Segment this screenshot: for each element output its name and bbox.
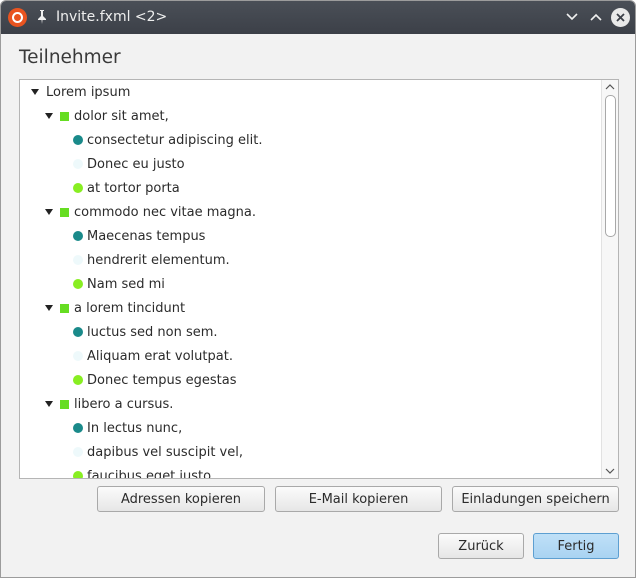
status-dot-icon (73, 447, 83, 457)
expand-arrow-icon[interactable] (45, 401, 53, 407)
copy-addresses-button[interactable]: Adressen kopieren (97, 486, 265, 512)
chevron-up-icon (590, 13, 602, 21)
group-square-icon (60, 111, 69, 121)
tree-item-label: consectetur adipiscing elit. (87, 132, 263, 148)
tree-item[interactable]: Nam sed mi (20, 272, 602, 296)
tree-item-label: dapibus vel suscipit vel, (87, 444, 243, 460)
status-dot-icon (73, 327, 83, 337)
expand-arrow-icon[interactable] (45, 209, 53, 215)
tree-item-label: hendrerit elementum. (87, 252, 230, 268)
tree-item[interactable]: luctus sed non sem. (20, 320, 602, 344)
status-dot-icon (73, 375, 83, 385)
scroll-down-button[interactable] (602, 464, 618, 478)
tree-item-label: dolor sit amet, (74, 108, 169, 124)
tree-item-label: a lorem tincidunt (74, 300, 186, 316)
tree-item-label: Maecenas tempus (87, 228, 206, 244)
participants-tree[interactable]: Lorem ipsum dolor sit amet, consectetur ad… (19, 79, 619, 479)
status-dot-icon (73, 159, 83, 169)
close-button[interactable] (610, 7, 630, 27)
status-dot-icon (73, 471, 83, 478)
page-title: Teilnehmer (19, 47, 121, 68)
tree-item[interactable]: at tortor porta (20, 176, 602, 200)
save-invitations-button[interactable]: Einladungen speichern (452, 486, 619, 512)
copy-email-button[interactable]: E-Mail kopieren (275, 486, 442, 512)
tree-item[interactable]: Aliquam erat volutpat. (20, 344, 602, 368)
tree-item-label: Nam sed mi (87, 276, 165, 292)
status-dot-icon (73, 351, 83, 361)
tree-item-label: at tortor porta (87, 180, 180, 196)
tree-item-label: faucibus eget justo. (87, 468, 215, 479)
tree-item[interactable]: dapibus vel suscipit vel, (20, 440, 602, 464)
chevron-down-icon (566, 13, 578, 21)
vertical-scrollbar[interactable] (601, 80, 618, 478)
tree-item[interactable]: libero a cursus. (20, 392, 602, 416)
tree-item[interactable]: consectetur adipiscing elit. (20, 128, 602, 152)
expand-arrow-icon[interactable] (45, 305, 53, 311)
tree-item-label: Lorem ipsum (46, 84, 131, 100)
maximize-button[interactable] (586, 7, 606, 27)
tree-item-label: luctus sed non sem. (87, 324, 218, 340)
tree-item-label: Donec eu justo (87, 156, 185, 172)
chevron-down-icon (605, 468, 615, 474)
finish-button[interactable]: Fertig (533, 533, 619, 559)
chevron-up-icon (605, 84, 615, 90)
tree-item[interactable]: faucibus eget justo. (20, 464, 602, 479)
tree-item[interactable]: Lorem ipsum (20, 80, 602, 104)
status-dot-icon (73, 135, 83, 145)
back-button[interactable]: Zurück (438, 533, 524, 559)
expand-arrow-icon[interactable] (31, 89, 39, 95)
tree-item[interactable]: dolor sit amet, (20, 104, 602, 128)
ubuntu-logo-icon (8, 8, 27, 27)
tree-item-label: Donec tempus egestas (87, 372, 237, 388)
group-square-icon (60, 207, 69, 217)
status-dot-icon (73, 231, 83, 241)
tree-item[interactable]: Maecenas tempus (20, 224, 602, 248)
tree-item-label: Aliquam erat volutpat. (87, 348, 233, 364)
tree-item[interactable]: a lorem tincidunt (20, 296, 602, 320)
pin-icon[interactable] (35, 9, 49, 25)
dialog-window: Invite.fxml <2> Teilnehmer Lorem ipsum do… (0, 0, 636, 578)
status-dot-icon (73, 255, 83, 265)
tree-item[interactable]: Donec eu justo (20, 152, 602, 176)
tree-item[interactable]: hendrerit elementum. (20, 248, 602, 272)
tree-item[interactable]: commodo nec vitae magna. (20, 200, 602, 224)
tree-item[interactable]: In lectus nunc, (20, 416, 602, 440)
group-square-icon (60, 303, 69, 313)
close-icon (615, 12, 625, 22)
group-square-icon (60, 399, 69, 409)
minimize-button[interactable] (562, 7, 582, 27)
title-bar: Invite.fxml <2> (1, 1, 635, 34)
tree-item-label: commodo nec vitae magna. (74, 204, 256, 220)
scrollbar-thumb[interactable] (605, 95, 616, 237)
scroll-up-button[interactable] (602, 80, 618, 94)
tree-item[interactable]: Donec tempus egestas (20, 368, 602, 392)
status-dot-icon (73, 423, 83, 433)
window-title: Invite.fxml <2> (56, 9, 168, 25)
status-dot-icon (73, 183, 83, 193)
expand-arrow-icon[interactable] (45, 113, 53, 119)
status-dot-icon (73, 279, 83, 289)
tree-item-label: libero a cursus. (74, 396, 174, 412)
tree-item-label: In lectus nunc, (87, 420, 183, 436)
